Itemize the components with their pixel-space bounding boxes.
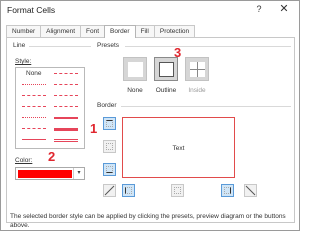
preset-none-button[interactable] <box>123 57 147 81</box>
border-bottom-icon <box>106 166 113 173</box>
style-option-dotted[interactable] <box>20 114 48 122</box>
style-option-medium-dash-dot[interactable] <box>52 92 80 100</box>
border-middle-vertical-button[interactable] <box>171 184 184 197</box>
line-sample <box>54 106 78 107</box>
border-right-button[interactable] <box>221 184 234 197</box>
line-group-heading: Line <box>13 42 26 49</box>
style-option-thin[interactable] <box>20 136 48 144</box>
line-sample <box>22 128 46 129</box>
style-option-medium[interactable] <box>52 114 80 122</box>
inside-grid-icon <box>190 62 205 77</box>
line-sample <box>22 95 46 96</box>
line-sample <box>22 139 46 140</box>
preset-inside-label: Inside <box>188 87 206 94</box>
style-none-option[interactable]: None <box>20 70 48 78</box>
preview-text: Text <box>172 145 185 152</box>
border-diagonal-down-button[interactable] <box>244 184 257 197</box>
dialog-title: Format Cells <box>7 5 56 15</box>
style-option-dash-dot-dot[interactable] <box>20 92 48 100</box>
presets-group-divider <box>125 46 291 47</box>
style-option-medium-dashed[interactable] <box>52 103 80 111</box>
line-sample <box>22 84 46 85</box>
border-preview-area[interactable]: Text <box>122 117 235 178</box>
line-sample <box>54 139 78 142</box>
diagonal-down-icon <box>245 185 256 196</box>
preset-inside-button[interactable] <box>185 57 209 81</box>
border-top-icon <box>106 120 113 127</box>
presets-group-heading: Presets <box>97 42 120 49</box>
tab-protection[interactable]: Protection <box>153 25 196 37</box>
style-none-label: None <box>26 70 42 77</box>
help-button[interactable]: ? <box>253 4 265 14</box>
border-left-icon <box>125 187 132 194</box>
line-sample <box>54 84 78 85</box>
border-horizontal-icon <box>106 143 113 150</box>
line-style-list: None <box>15 67 85 149</box>
border-middle-horizontal-button[interactable] <box>103 140 116 153</box>
close-button[interactable]: ✕ <box>277 2 291 15</box>
style-option-medium-dash-dot-dot[interactable] <box>52 70 80 78</box>
line-sample <box>22 117 46 118</box>
style-option-dash-dot[interactable] <box>20 103 48 111</box>
color-swatch <box>18 170 72 178</box>
border-hint-text: The selected border style can be applied… <box>10 213 286 229</box>
border-left-button[interactable] <box>122 184 135 197</box>
tab-border[interactable]: Border <box>104 25 136 38</box>
border-group-heading: Border <box>97 102 117 109</box>
style-option-double[interactable] <box>52 136 80 144</box>
border-vertical-icon <box>174 187 181 194</box>
tab-strip: Number Alignment Font Border Fill Protec… <box>6 25 196 38</box>
preset-inside-icon <box>190 62 205 77</box>
preset-none-icon <box>128 62 143 77</box>
chevron-down-icon[interactable]: ▾ <box>73 168 84 179</box>
border-diagonal-up-button[interactable] <box>103 184 116 197</box>
style-label: Style: <box>15 58 32 65</box>
preset-none-label: None <box>127 87 143 94</box>
line-group-divider <box>29 46 91 47</box>
color-label: Color: <box>15 157 33 164</box>
title-bar: Format Cells ? ✕ <box>1 1 299 19</box>
format-cells-dialog: Format Cells ? ✕ Number Alignment Font B… <box>0 0 300 231</box>
line-sample <box>54 117 78 119</box>
style-option-thick[interactable] <box>52 125 80 133</box>
border-group-divider <box>121 106 291 107</box>
line-sample <box>54 73 78 74</box>
color-dropdown[interactable]: ▾ <box>15 167 85 180</box>
tab-alignment[interactable]: Alignment <box>40 25 82 37</box>
callout-number-two: 2 <box>48 149 56 164</box>
border-bottom-button[interactable] <box>103 163 116 176</box>
preset-outline-label: Outline <box>155 87 177 94</box>
preset-outline-button[interactable] <box>154 57 178 81</box>
line-sample <box>54 128 78 131</box>
tab-font[interactable]: Font <box>80 25 106 37</box>
tab-number[interactable]: Number <box>6 25 42 37</box>
preset-outline-icon <box>159 62 174 77</box>
diagonal-up-icon <box>104 185 115 196</box>
line-sample <box>22 106 46 107</box>
line-sample <box>54 95 78 96</box>
border-right-icon <box>224 187 231 194</box>
border-top-button[interactable] <box>103 117 116 130</box>
tab-fill[interactable]: Fill <box>134 25 155 37</box>
style-option-dashed[interactable] <box>20 125 48 133</box>
style-option-slant-dash-dot[interactable] <box>52 81 80 89</box>
callout-number-one: 1 <box>90 121 98 136</box>
style-option-dotted-fine[interactable] <box>20 81 48 89</box>
